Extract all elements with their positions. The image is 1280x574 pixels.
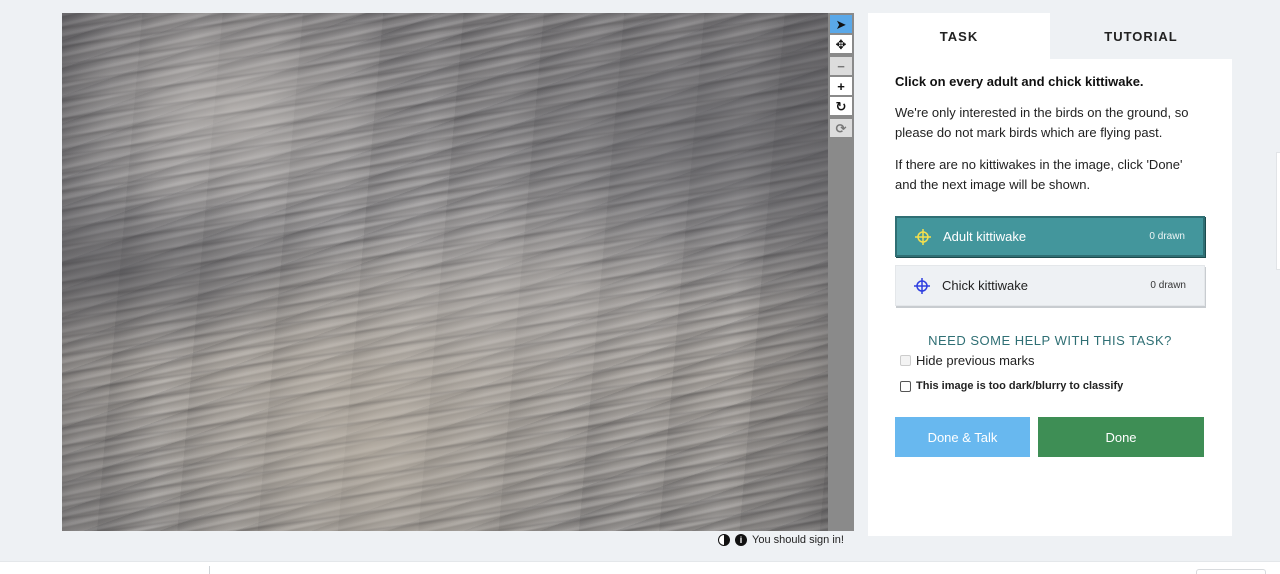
tool-option-label: Adult kittiwake [943,229,1027,244]
tool-option-count: 0 drawn [1150,280,1186,291]
crosshair-icon [915,228,931,245]
info-icon[interactable]: i [735,534,747,546]
tool-option-adult-kittiwake[interactable]: Adult kittiwake 0 drawn [895,216,1205,257]
footer-button[interactable] [1196,569,1266,574]
hide-marks-box[interactable] [900,355,911,366]
done-button[interactable]: Done [1038,417,1204,457]
rotate-icon[interactable]: ↻ [830,97,852,115]
signin-text[interactable]: You should sign in! [752,534,844,546]
tab-tutorial[interactable]: TUTORIAL [1050,13,1232,59]
instructions-paragraph: We're only interested in the birds on th… [895,105,1189,140]
panel-tabs: TASK TUTORIAL [868,13,1232,59]
instructions-paragraph: If there are no kittiwakes in the image,… [895,157,1183,192]
viewer-toolbar: ➤ ✥ − + ↻ ⟳ [828,13,854,531]
tool-option-label: Chick kittiwake [942,278,1028,293]
tool-option-count: 0 drawn [1149,231,1185,242]
task-panel: TASK TUTORIAL Click on every adult and c… [868,13,1232,536]
tab-task[interactable]: TASK [868,13,1050,59]
reset-icon[interactable]: ⟳ [830,119,852,137]
help-link[interactable]: NEED SOME HELP WITH THIS TASK? [895,333,1205,348]
footer-divider [209,566,210,574]
hide-marks-label: Hide previous marks [916,353,1035,368]
subject-image[interactable] [62,13,828,531]
dark-blurry-checkbox[interactable]: This image is too dark/blurry to classif… [900,380,1123,392]
move-icon[interactable]: ✥ [830,35,852,53]
dark-blurry-label: This image is too dark/blurry to classif… [916,380,1124,392]
instructions-title: Click on every adult and chick kittiwake… [895,74,1144,89]
done-and-talk-button[interactable]: Done & Talk [895,417,1030,457]
pointer-icon[interactable]: ➤ [830,15,852,33]
signin-note: i You should sign in! [718,534,844,546]
zoom-in-icon[interactable]: + [830,77,852,95]
contrast-icon[interactable] [718,534,730,546]
hide-marks-checkbox[interactable]: Hide previous marks [900,353,1035,368]
tool-option-chick-kittiwake[interactable]: Chick kittiwake 0 drawn [895,265,1205,306]
subject-viewer[interactable]: ➤ ✥ − + ↻ ⟳ [62,13,854,531]
dark-blurry-box[interactable] [900,380,911,392]
crosshair-icon [914,277,930,294]
feedback-side-tab[interactable] [1276,152,1280,270]
task-instructions: Click on every adult and chick kittiwake… [868,59,1232,195]
zoom-out-icon[interactable]: − [830,57,852,75]
footer [0,561,1280,574]
